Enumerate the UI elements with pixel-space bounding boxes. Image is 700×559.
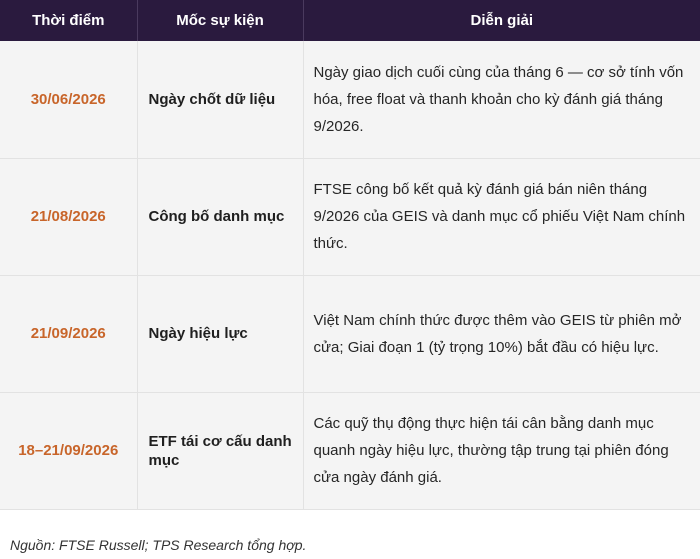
- header-description: Diễn giải: [470, 12, 533, 29]
- timeline-page: Thời điểm Mốc sự kiện Diễn giải 30/06/20…: [0, 0, 700, 559]
- row-date: 30/06/2026: [0, 41, 138, 159]
- header-event: Mốc sự kiện: [137, 0, 304, 41]
- row-description: Các quỹ thụ động thực hiện tái cân bằng …: [303, 392, 700, 510]
- timeline-table: Thời điểm Mốc sự kiện Diễn giải 30/06/20…: [0, 0, 700, 510]
- row-description: Việt Nam chính thức được thêm vào GEIS t…: [303, 275, 700, 393]
- row-event: Ngày chốt dữ liệu: [137, 41, 304, 159]
- row-date: 21/09/2026: [0, 275, 138, 393]
- row-event: ETF tái cơ cấu danh mục: [137, 392, 304, 510]
- table-row: 30/06/2026 Ngày chốt dữ liệu Ngày giao d…: [0, 41, 700, 159]
- source-note: Nguồn: FTSE Russell; TPS Research tổng h…: [10, 537, 307, 553]
- row-description: Ngày giao dịch cuối cùng của tháng 6 — c…: [303, 41, 700, 159]
- row-event: Ngày hiệu lực: [137, 275, 304, 393]
- table-row: 18–21/09/2026 ETF tái cơ cấu danh mục Cá…: [0, 392, 700, 510]
- row-description: FTSE công bố kết quả kỳ đánh giá bán niê…: [303, 158, 700, 276]
- row-event: Công bố danh mục: [137, 158, 304, 276]
- row-date: 21/08/2026: [0, 158, 138, 276]
- header-time: Thời điểm: [0, 0, 138, 41]
- row-date: 18–21/09/2026: [0, 392, 138, 510]
- table-header-row: Thời điểm Mốc sự kiện Diễn giải: [0, 0, 700, 41]
- table-row: 21/08/2026 Công bố danh mục FTSE công bố…: [0, 158, 700, 276]
- table-row: 21/09/2026 Ngày hiệu lực Việt Nam chính …: [0, 275, 700, 393]
